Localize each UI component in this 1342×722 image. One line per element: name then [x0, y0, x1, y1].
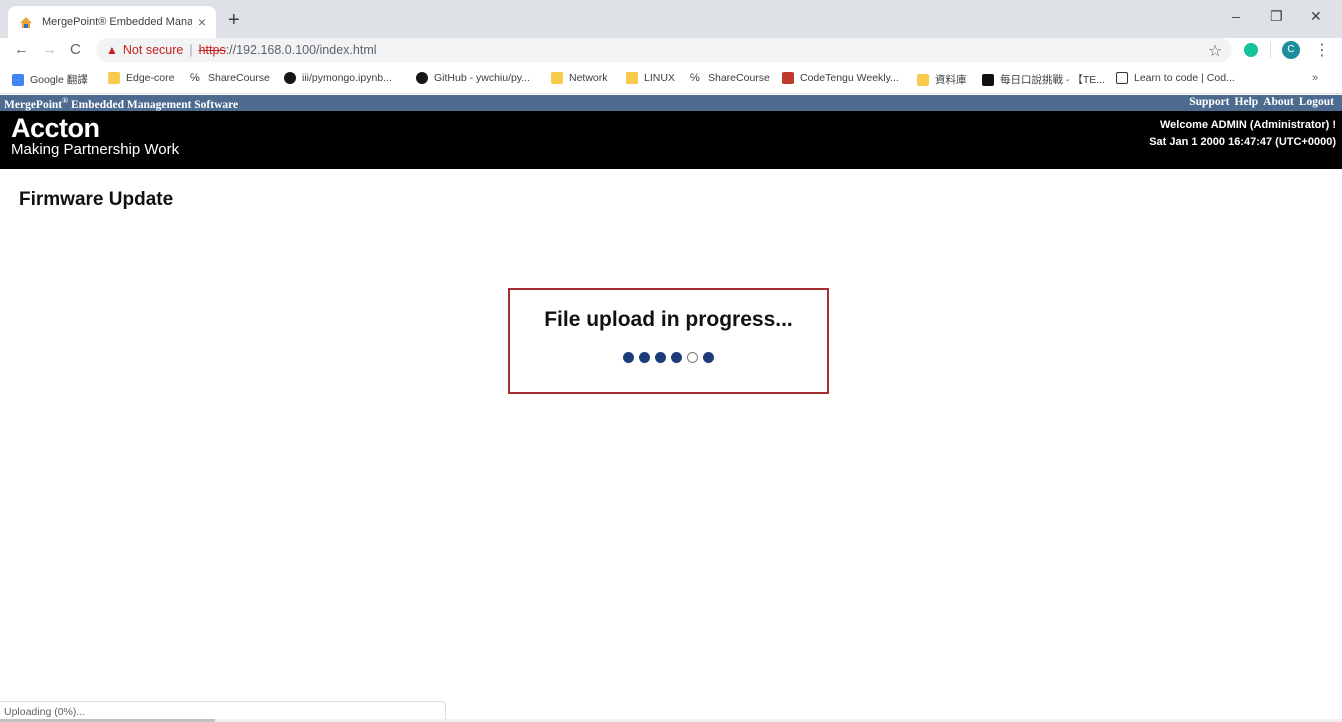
browser-tab[interactable]: MergePoint® Embedded Manag ×	[8, 6, 216, 38]
bookmark-label: CodeTengu Weekly...	[800, 72, 899, 84]
progress-dot	[703, 352, 714, 363]
bookmark-label: Edge-core	[126, 72, 175, 84]
progress-dot	[639, 352, 650, 363]
product-name: MergePoint® Embedded Management Software	[4, 96, 239, 111]
help-link[interactable]: Help	[1235, 96, 1259, 108]
sharecourse-icon: ℅	[690, 72, 700, 84]
close-window-button[interactable]: ✕	[1310, 8, 1322, 25]
mergepoint-favicon-icon	[18, 14, 34, 30]
app-top-bar: MergePoint® Embedded Management Software…	[0, 95, 1342, 111]
browser-menu-icon[interactable]: ⋮	[1314, 40, 1330, 60]
bookmark-star-icon[interactable]: ☆	[1208, 41, 1222, 61]
bookmark-label: Google 翻譯	[30, 74, 88, 86]
bookmark-item[interactable]: ℅ ShareCourse	[690, 72, 770, 84]
bookmark-item[interactable]: CodeTengu Weekly...	[782, 72, 899, 84]
bookmark-label: 每日口說挑戰 - 【TE...	[1000, 74, 1105, 86]
browser-tabstrip: MergePoint® Embedded Manag × + – ❐ ✕	[0, 0, 1342, 38]
brand-logo: Accton	[11, 113, 100, 143]
forward-button[interactable]: →	[42, 41, 57, 58]
progress-dot	[671, 352, 682, 363]
bookmark-item[interactable]: GitHub - ywchiu/py...	[416, 72, 530, 84]
bookmark-item[interactable]: LINUX	[626, 72, 675, 84]
about-link[interactable]: About	[1263, 96, 1294, 108]
welcome-text: Welcome ADMIN (Administrator) !	[1159, 119, 1336, 131]
bookmarks-bar: Google 翻譯 Edge-core ℅ ShareCourse iii/pym…	[0, 64, 1342, 94]
app-banner: Accton Making Partnership Work Welcome A…	[0, 111, 1342, 169]
translate-icon	[12, 73, 24, 86]
bookmark-label: Network	[569, 72, 608, 84]
new-tab-button[interactable]: +	[228, 8, 240, 32]
bookmark-label: GitHub - ywchiu/py...	[434, 72, 531, 84]
bookmark-label: LINUX	[644, 72, 675, 84]
code-icon	[1116, 72, 1128, 84]
folder-icon	[917, 73, 929, 86]
bookmark-item[interactable]: Learn to code | Cod...	[1116, 72, 1235, 84]
url-text: ://192.168.0.100/index.html	[225, 43, 377, 57]
progress-dot	[687, 352, 698, 363]
bookmark-item[interactable]: iii/pymongo.ipynb...	[284, 72, 392, 84]
back-button[interactable]: ←	[14, 41, 29, 58]
github-icon	[284, 72, 296, 84]
bookmark-label: ShareCourse	[708, 72, 770, 84]
bookmark-label: Learn to code | Cod...	[1134, 72, 1235, 84]
current-datetime: Sat Jan 1 2000 16:47:47 (UTC+0000)	[1149, 136, 1336, 148]
codetengu-icon	[782, 72, 794, 84]
header-links: Support Help About Logout	[1189, 96, 1334, 108]
play-icon	[982, 73, 994, 86]
reload-button[interactable]: C	[70, 41, 81, 58]
minimize-button[interactable]: –	[1232, 8, 1240, 24]
logout-link[interactable]: Logout	[1299, 96, 1334, 108]
url-protocol: https	[198, 43, 226, 57]
upload-progress-dialog: File upload in progress...	[508, 288, 829, 394]
sharecourse-icon: ℅	[190, 72, 200, 84]
bookmarks-overflow-icon[interactable]: »	[1312, 72, 1318, 84]
bookmark-item[interactable]: 每日口說挑戰 - 【TE...	[982, 72, 1105, 87]
not-secure-label[interactable]: Not secure	[123, 43, 183, 57]
bookmark-item[interactable]: Network	[551, 72, 608, 84]
progress-indicator	[510, 352, 827, 363]
warning-icon: ▲	[106, 43, 118, 57]
bookmark-item[interactable]: 資料庫	[917, 72, 967, 87]
folder-icon	[108, 72, 120, 84]
restore-button[interactable]: ❐	[1270, 8, 1283, 25]
address-bar[interactable]: ▲ Not secure | https://192.168.0.100/ind…	[96, 38, 1232, 62]
support-link[interactable]: Support	[1189, 96, 1229, 108]
tab-title: MergePoint® Embedded Manag	[42, 16, 192, 28]
bookmark-label: iii/pymongo.ipynb...	[302, 72, 392, 84]
browser-toolbar: ← → C ▲ Not secure | https://192.168.0.1…	[0, 38, 1342, 64]
profile-avatar[interactable]: C	[1282, 41, 1300, 59]
progress-dot	[655, 352, 666, 363]
tab-close-icon[interactable]: ×	[198, 14, 206, 30]
bookmark-item[interactable]: Edge-core	[108, 72, 174, 84]
folder-icon	[626, 72, 638, 84]
progress-message: File upload in progress...	[544, 308, 793, 331]
address-separator: |	[189, 43, 193, 57]
bookmark-item[interactable]: ℅ ShareCourse	[190, 72, 270, 84]
progress-dot	[623, 352, 634, 363]
bookmark-label: 資料庫	[935, 74, 967, 86]
toolbar-divider	[1270, 42, 1271, 58]
folder-icon	[551, 72, 563, 84]
grammarly-extension-icon[interactable]	[1244, 43, 1258, 57]
github-icon	[416, 72, 428, 84]
brand-tagline: Making Partnership Work	[11, 141, 180, 158]
bookmark-item[interactable]: Google 翻譯	[12, 72, 88, 87]
status-text: Uploading (0%)...	[4, 706, 86, 718]
bookmark-label: ShareCourse	[208, 72, 270, 84]
page-title: Firmware Update	[19, 189, 174, 210]
